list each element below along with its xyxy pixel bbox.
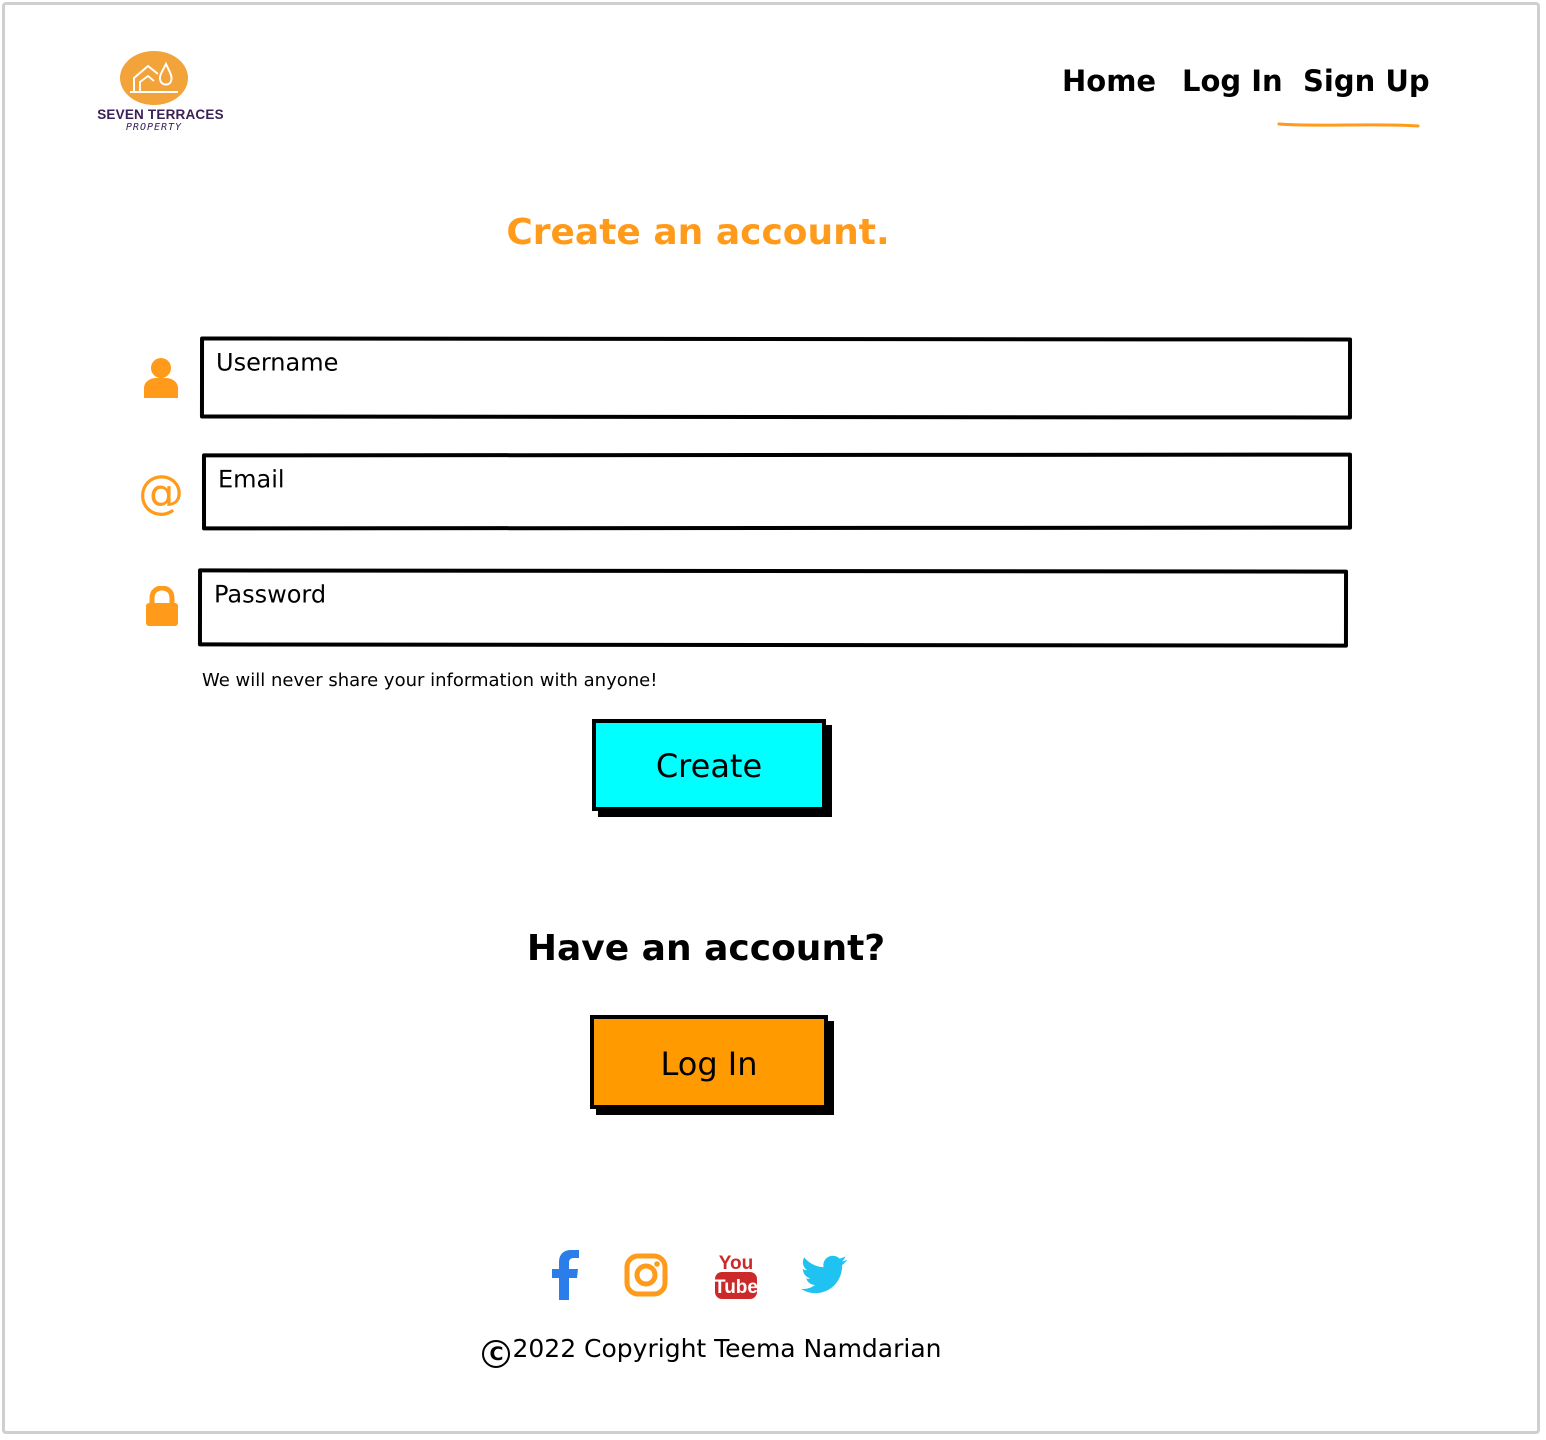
- facebook-icon[interactable]: [551, 1250, 581, 1300]
- password-field[interactable]: Password: [197, 568, 1349, 648]
- username-placeholder: Username: [216, 348, 339, 377]
- brand-tagline: PROPERTY: [125, 122, 183, 133]
- instagram-icon[interactable]: [624, 1253, 668, 1297]
- at-sign-icon: @: [138, 468, 184, 516]
- email-field[interactable]: Email: [201, 452, 1353, 531]
- user-icon: [144, 358, 178, 398]
- brand-name: SEVEN TERRACES: [97, 107, 224, 122]
- nav-signup[interactable]: Sign Up: [1303, 64, 1430, 98]
- youtube-text-top: You: [719, 1253, 753, 1274]
- lock-icon: [146, 586, 178, 626]
- svg-text:@: @: [138, 468, 184, 516]
- active-nav-underline: [1277, 122, 1420, 128]
- brand-logo[interactable]: SEVEN TERRACES PROPERTY: [88, 50, 233, 140]
- privacy-hint: We will never share your information wit…: [202, 670, 658, 691]
- username-field[interactable]: Username: [199, 336, 1353, 420]
- create-button[interactable]: Create: [592, 719, 826, 811]
- twitter-icon[interactable]: [800, 1255, 848, 1295]
- password-placeholder: Password: [213, 580, 327, 609]
- copyright-label: 2022 Copyright Teema Namdarian: [512, 1334, 942, 1363]
- nav-home[interactable]: Home: [1062, 64, 1156, 98]
- house-logo-icon: [120, 51, 188, 105]
- email-placeholder: Email: [217, 465, 285, 494]
- login-button[interactable]: Log In: [590, 1015, 828, 1109]
- copyright-icon: C: [482, 1340, 511, 1368]
- nav-login[interactable]: Log In: [1182, 64, 1283, 98]
- youtube-icon[interactable]: You Tube: [714, 1249, 758, 1301]
- youtube-text-bottom: Tube: [714, 1277, 758, 1298]
- have-account-heading: Have an account?: [526, 928, 886, 969]
- copyright-text: C 2022 Copyright Teema Namdarian: [0, 1334, 1424, 1368]
- page-title: Create an account.: [506, 212, 890, 253]
